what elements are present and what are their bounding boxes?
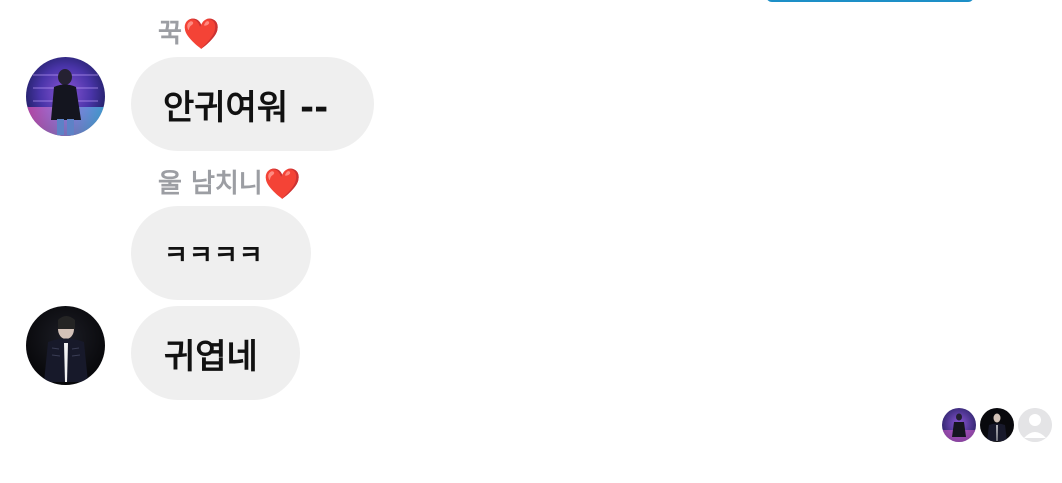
read-receipt-avatar-1[interactable] bbox=[942, 408, 976, 442]
message-bubble-3[interactable]: 귀엽네 bbox=[131, 306, 300, 400]
dark-jacket-person-avatar-icon bbox=[26, 306, 105, 385]
message-bubble-1[interactable]: 안귀여워 -- bbox=[131, 57, 374, 151]
read-receipt-avatar-3[interactable] bbox=[1018, 408, 1052, 442]
sender-avatar-2[interactable] bbox=[26, 306, 105, 385]
heart-emoji-icon: ❤️ bbox=[263, 167, 302, 202]
read-receipts bbox=[942, 408, 1052, 442]
sender-name-1-text: 꾹 bbox=[158, 19, 182, 49]
dark-jacket-person-avatar-icon bbox=[980, 408, 1014, 442]
blank-user-avatar-icon bbox=[1018, 408, 1052, 442]
message-text-2: ㅋㅋㅋㅋ bbox=[164, 240, 264, 271]
heart-emoji-icon: ❤️ bbox=[182, 17, 221, 52]
sender-name-2: 울 남치니❤️ bbox=[158, 169, 301, 200]
concert-stage-person-avatar-icon bbox=[942, 408, 976, 442]
concert-stage-person-avatar-icon bbox=[26, 57, 105, 136]
message-text-1: 안귀여워 -- bbox=[163, 87, 329, 128]
sender-name-1: 꾹❤️ bbox=[158, 19, 220, 50]
sender-name-2-text: 울 남치니 bbox=[158, 169, 263, 199]
sender-avatar-1[interactable] bbox=[26, 57, 105, 136]
message-bubble-2[interactable]: ㅋㅋㅋㅋ bbox=[131, 206, 311, 300]
top-accent-bar-fragment bbox=[766, 0, 974, 2]
read-receipt-avatar-2[interactable] bbox=[980, 408, 1014, 442]
message-text-3: 귀엽네 bbox=[164, 336, 258, 377]
